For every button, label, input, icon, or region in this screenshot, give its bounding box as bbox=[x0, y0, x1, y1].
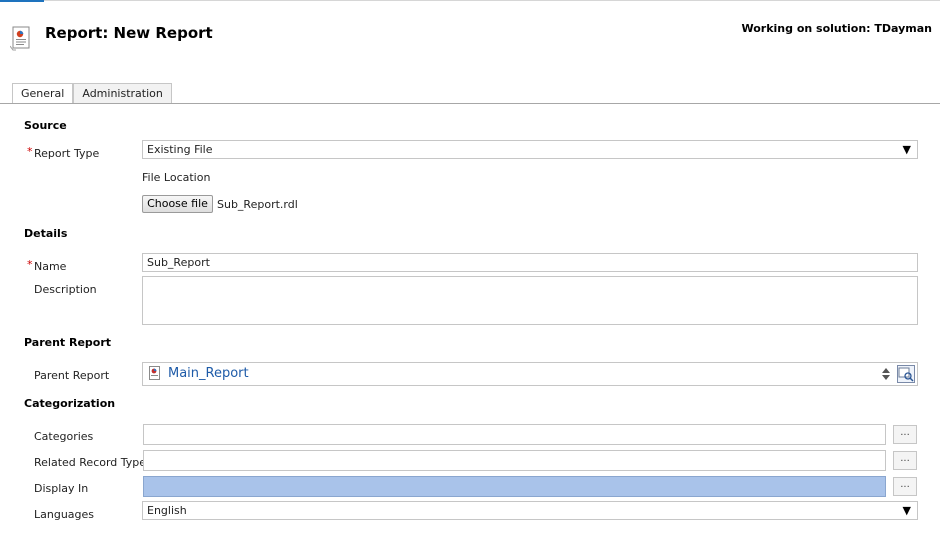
report-icon bbox=[10, 26, 30, 51]
report-type-select[interactable]: Existing File ▼ bbox=[142, 140, 918, 159]
tab-divider bbox=[0, 103, 940, 104]
chevron-down-icon: ▼ bbox=[902, 143, 911, 156]
report-type-label: Report Type bbox=[34, 147, 100, 160]
file-name-text: Sub_Report.rdl bbox=[217, 198, 298, 211]
tab-bar: General Administration bbox=[12, 83, 172, 104]
parent-report-label: Parent Report bbox=[34, 369, 110, 382]
languages-label: Languages bbox=[34, 508, 95, 521]
categories-label: Categories bbox=[34, 430, 94, 443]
related-record-types-label: Related Record Types bbox=[34, 456, 152, 469]
sort-arrows-icon[interactable] bbox=[881, 366, 891, 382]
categories-input[interactable] bbox=[143, 424, 886, 445]
description-label: Description bbox=[34, 283, 97, 296]
top-border bbox=[0, 0, 940, 1]
parent-report-lookup[interactable]: Main_Report bbox=[142, 362, 918, 386]
top-accent-bar bbox=[0, 0, 44, 2]
section-categorization-heading: Categorization bbox=[24, 397, 116, 410]
report-type-value: Existing File bbox=[147, 143, 213, 156]
lookup-search-icon[interactable] bbox=[897, 365, 915, 383]
section-details-heading: Details bbox=[24, 227, 68, 240]
required-marker: * bbox=[27, 145, 33, 158]
tab-administration[interactable]: Administration bbox=[73, 83, 172, 103]
file-location-label: File Location bbox=[142, 171, 211, 184]
page-title: Report: New Report bbox=[45, 24, 213, 42]
chevron-down-icon: ▼ bbox=[902, 504, 911, 517]
solution-label: Working on solution: TDayman bbox=[741, 22, 932, 35]
name-input[interactable]: Sub_Report bbox=[142, 253, 918, 272]
categories-ellipsis-button[interactable]: ... bbox=[893, 425, 917, 444]
languages-select[interactable]: English ▼ bbox=[142, 501, 918, 520]
section-source-heading: Source bbox=[24, 119, 67, 132]
choose-file-button[interactable]: Choose file bbox=[142, 195, 213, 213]
display-in-input[interactable] bbox=[143, 476, 886, 497]
related-record-types-ellipsis-button[interactable]: ... bbox=[893, 451, 917, 470]
section-parent-heading: Parent Report bbox=[24, 336, 112, 349]
name-label: Name bbox=[34, 260, 67, 273]
report-icon bbox=[149, 366, 160, 380]
tab-general[interactable]: General bbox=[12, 83, 74, 104]
required-marker: * bbox=[27, 258, 33, 271]
parent-report-link[interactable]: Main_Report bbox=[168, 366, 249, 381]
related-record-types-input[interactable] bbox=[143, 450, 886, 471]
languages-value: English bbox=[147, 504, 187, 517]
display-in-ellipsis-button[interactable]: ... bbox=[893, 477, 917, 496]
display-in-label: Display In bbox=[34, 482, 89, 495]
name-value: Sub_Report bbox=[147, 256, 210, 269]
description-textarea[interactable] bbox=[142, 276, 918, 325]
